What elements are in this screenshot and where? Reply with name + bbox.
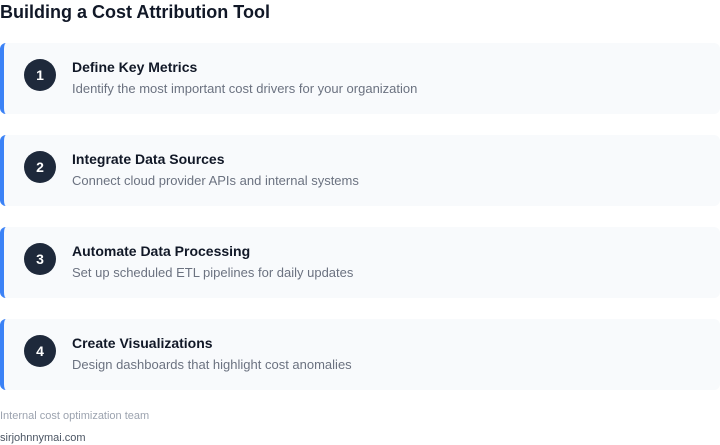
step-title: Automate Data Processing bbox=[72, 243, 251, 259]
step-title: Create Visualizations bbox=[72, 335, 213, 351]
step-number-badge: 4 bbox=[24, 335, 56, 367]
step-card: 4 Create Visualizations Design dashboard… bbox=[0, 319, 720, 390]
step-card: 3 Automate Data Processing Set up schedu… bbox=[0, 227, 720, 298]
page: Building a Cost Attribution Tool 1 Defin… bbox=[0, 0, 720, 445]
step-title: Integrate Data Sources bbox=[72, 151, 225, 167]
step-description: Design dashboards that highlight cost an… bbox=[72, 357, 352, 372]
footer-note: Internal cost optimization team bbox=[0, 410, 150, 422]
step-description: Set up scheduled ETL pipelines for daily… bbox=[72, 265, 354, 280]
footer-site-url: sirjohnnymai.com bbox=[0, 432, 86, 444]
step-title: Define Key Metrics bbox=[72, 59, 198, 75]
step-number-badge: 1 bbox=[24, 59, 56, 91]
step-description: Connect cloud provider APIs and internal… bbox=[72, 173, 359, 188]
steps-list: 1 Define Key Metrics Identify the most i… bbox=[0, 43, 720, 411]
step-number-badge: 3 bbox=[24, 243, 56, 275]
step-card: 1 Define Key Metrics Identify the most i… bbox=[0, 43, 720, 114]
page-title: Building a Cost Attribution Tool bbox=[0, 2, 270, 22]
step-number-badge: 2 bbox=[24, 151, 56, 183]
step-card: 2 Integrate Data Sources Connect cloud p… bbox=[0, 135, 720, 206]
step-description: Identify the most important cost drivers… bbox=[72, 81, 418, 96]
